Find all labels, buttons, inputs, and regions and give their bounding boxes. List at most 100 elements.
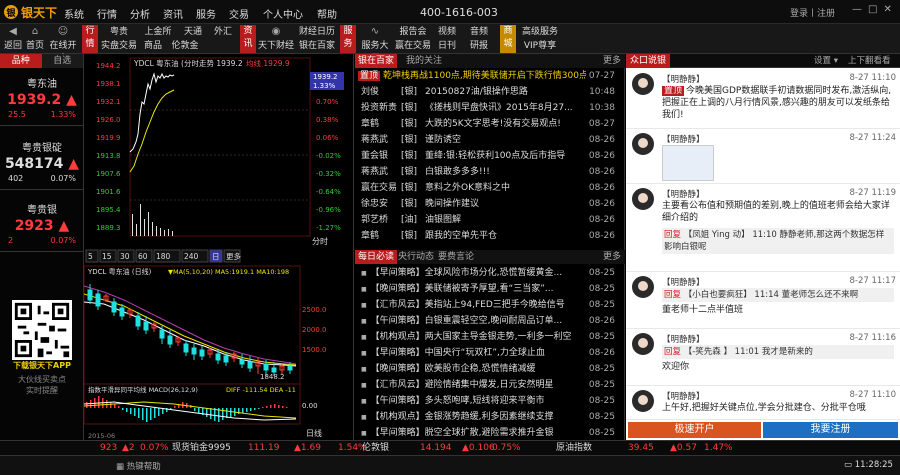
news-item[interactable]: ■ 【汇市风云】避险情绪集中爆发,日元安然明星 08-25 — [355, 378, 625, 393]
news-item[interactable]: 刘俊 [银] 20150827油/银操作思路 10:48 — [355, 85, 625, 100]
chat-image[interactable] — [662, 145, 714, 181]
tb-london-gold[interactable]: 伦敦金 — [168, 39, 202, 53]
bullet-icon: ■ — [361, 398, 367, 405]
ticker-item[interactable]: 伦敦银 — [362, 441, 389, 455]
ticker-item[interactable]: ▲2 — [122, 441, 135, 455]
ticker-item[interactable]: 14.194 — [420, 441, 452, 455]
news-item[interactable]: ■ 【汇市风云】美指站上94,FED三把手今晚给信号 08-25 — [355, 298, 625, 313]
news-item[interactable]: ■ 【早间策略】全球风险市场分化,恐慌暂缓黄金... 08-25 — [355, 266, 625, 281]
chat-settings[interactable]: 设置 ▾ — [814, 54, 838, 68]
chat-scroll-hint[interactable]: 上下翻看看 — [848, 54, 891, 68]
tab-following[interactable]: 我的关注 — [403, 54, 445, 68]
menu-item-analysis[interactable]: 分析 — [126, 6, 154, 21]
tb-calendar[interactable]: 财经日历 — [296, 25, 338, 39]
tab-central-bank[interactable]: 央行动态 — [395, 250, 437, 264]
news-more-link[interactable]: 更多 — [603, 54, 621, 68]
tb-advanced[interactable]: 高级服务 — [518, 25, 562, 39]
news-more-link[interactable]: 更多 — [603, 250, 621, 264]
avatar[interactable] — [632, 390, 654, 412]
news-item[interactable]: 徐忠安 [银] 晚间操作建议 08-26 — [355, 197, 625, 212]
menu-item-system[interactable]: 系统 — [60, 6, 88, 21]
ticker-item[interactable]: 现货铂金9995 — [172, 441, 231, 455]
tb-commodity[interactable]: 商品 — [138, 39, 168, 53]
login-link[interactable]: 登录丨注册 — [790, 6, 835, 19]
news-item[interactable]: ■ 【早间策略】脱空全球扩散,避险需求推升金银 08-25 — [355, 426, 625, 441]
news-author: 刘俊 — [361, 87, 380, 97]
service-hall-button[interactable]: ∿服务大厅 — [358, 24, 392, 64]
open-account-button[interactable]: ☺在线开户 — [46, 24, 80, 64]
ticker-item[interactable]: 111.19 — [248, 441, 280, 455]
finance-button[interactable]: ◉ 天下财经 — [258, 24, 294, 54]
news-item[interactable]: 章鹤 [银] 大跌的5K文字思考!没有交易观点! 08-27 — [355, 117, 625, 132]
tab-varieties[interactable]: 品种 — [0, 54, 42, 68]
ticker-item[interactable]: 39.45 — [628, 441, 654, 455]
ticker-item[interactable]: 原油指数 — [556, 441, 592, 455]
avatar[interactable] — [632, 333, 654, 355]
news-item[interactable]: ■ 【机构观点】金银涨势趋缓,利多因素继续支撑 08-25 — [355, 410, 625, 425]
menu-item-personal[interactable]: 个人中心 — [258, 6, 308, 21]
tab-daily-must-read[interactable]: 每日必读 — [355, 250, 398, 264]
tb-tiantong[interactable]: 天通 — [178, 25, 208, 39]
tb-sge[interactable]: 上金所 — [138, 25, 178, 39]
ticker-item[interactable]: ▲0.57 — [670, 441, 697, 455]
tb-live-trade[interactable]: 实盘交易 — [100, 39, 138, 53]
home-button[interactable]: ⌂ 首页 — [24, 24, 46, 54]
menu-item-trade[interactable]: 交易 — [225, 6, 253, 21]
tb-report[interactable]: 报告会 — [394, 25, 432, 39]
tab-watchlist[interactable]: 自选 — [41, 54, 83, 68]
close-icon[interactable]: ✕ — [883, 4, 891, 15]
tb-vip[interactable]: VIP尊享 — [518, 39, 562, 53]
menu-item-help[interactable]: 帮助 — [313, 6, 341, 21]
tb-daily[interactable]: 日刊 — [432, 39, 462, 53]
avatar[interactable] — [632, 276, 654, 298]
news-item[interactable]: ■ 【机构观点】两大国家主导金银走势,一利多一利空 08-25 — [355, 330, 625, 345]
news-item[interactable]: 董会银 [银] 董绛:银:轻松获利100点及后市指导 08-26 — [355, 149, 625, 164]
quote-card[interactable]: 粤东油 1939.2 ▲ 25.5 1.33% — [0, 68, 84, 126]
news-item[interactable]: 赢在交易 [银] 意料之外OK意料之中 08-26 — [355, 181, 625, 196]
register-button[interactable]: 我要注册 — [763, 422, 898, 438]
menu-item-quote[interactable]: 行情 — [93, 6, 121, 21]
hotkey-help[interactable]: ▦ 热键帮助 — [116, 460, 161, 472]
news-item[interactable]: 蒋燕武 [银] 白银敢多多多!!! 08-26 — [355, 165, 625, 180]
ticker-item[interactable]: 1.47% — [704, 441, 733, 455]
news-item[interactable]: 郭艺桥 [油] 油银图解 08-26 — [355, 213, 625, 228]
avatar[interactable] — [632, 133, 654, 155]
ticker-item[interactable]: 923 — [100, 441, 117, 455]
chart-svg[interactable]: YDCL 粤东油 (分时走势 1939.2 均线 1929.9 1944.219… — [83, 54, 354, 440]
tb-yuegui[interactable]: 粤贵 — [100, 25, 138, 39]
news-time: 08-25 — [585, 362, 615, 377]
news-item[interactable]: ■ 【晚间策略】欧美股市企稳,恐慌情绪减缓 08-25 — [355, 362, 625, 377]
news-item[interactable]: 投资新贵 [银] 《搓栈则早盘快讯》2015年8月27... 10:38 — [355, 101, 625, 116]
news-item[interactable]: 蒋燕武 [银] 谨防诱空 08-26 — [355, 133, 625, 148]
tab-chat[interactable]: 众口说银 — [626, 54, 671, 68]
news-item[interactable]: 章鹤 [银] 跟我的空单先平仓 08-26 — [355, 229, 625, 244]
news-item[interactable]: ■ 【午间策略】白银重震轻空空,晚间耐周品订单... 08-26 — [355, 314, 625, 329]
ticker-item[interactable]: ▲0.106 — [462, 441, 495, 455]
news-item[interactable]: ■ 【晚间策略】美联储被寄予厚望,看“三当家”... 08-25 — [355, 282, 625, 297]
maximize-icon[interactable]: □ — [868, 4, 877, 15]
minimize-icon[interactable]: — — [852, 4, 862, 15]
menu-item-service[interactable]: 服务 — [192, 6, 220, 21]
tb-win-trade[interactable]: 赢在交易 — [394, 39, 432, 53]
period-tabs[interactable]: 5 15 30 60 180 240 日更多 — [85, 249, 241, 263]
avatar[interactable] — [632, 73, 654, 95]
ticker-item[interactable]: ▲1.69 — [294, 441, 321, 455]
news-item[interactable]: ■ 【午间策略】多头怒咆哮,短线将迎来平衡市 08-25 — [355, 394, 625, 409]
tb-video[interactable]: 视频 — [432, 25, 462, 39]
tab-key-remarks[interactable]: 要费言论 — [435, 250, 477, 264]
tab-baijia[interactable]: 银在百家 — [355, 54, 398, 68]
fast-open-account-button[interactable]: 极速开户 — [628, 422, 761, 438]
news-item[interactable]: 置顶 乾坤栈再战1100点,期待美联储开启下跌行情300点 07-27 — [355, 69, 625, 84]
tb-audio[interactable]: 音频 — [464, 25, 494, 39]
ticker-item[interactable]: 0.75% — [492, 441, 521, 455]
back-button[interactable]: ◀ 返回 — [2, 24, 24, 54]
tb-baijia[interactable]: 银在百家 — [296, 39, 338, 53]
quote-card[interactable]: 粤贵银 2923 ▲ 2 0.07% — [0, 194, 84, 252]
tb-research[interactable]: 研报 — [464, 39, 494, 53]
ticker-item[interactable]: 0.07% — [140, 441, 169, 455]
tb-forex[interactable]: 外汇 — [208, 25, 238, 39]
news-item[interactable]: ■ 【早间策略】中国央行“玩双杠”,力全球止血 08-26 — [355, 346, 625, 361]
menu-item-info[interactable]: 资讯 — [159, 6, 187, 21]
quote-card[interactable]: 粤贵银碇 548174 ▲ 402 0.07% — [0, 132, 84, 190]
avatar[interactable] — [632, 188, 654, 210]
